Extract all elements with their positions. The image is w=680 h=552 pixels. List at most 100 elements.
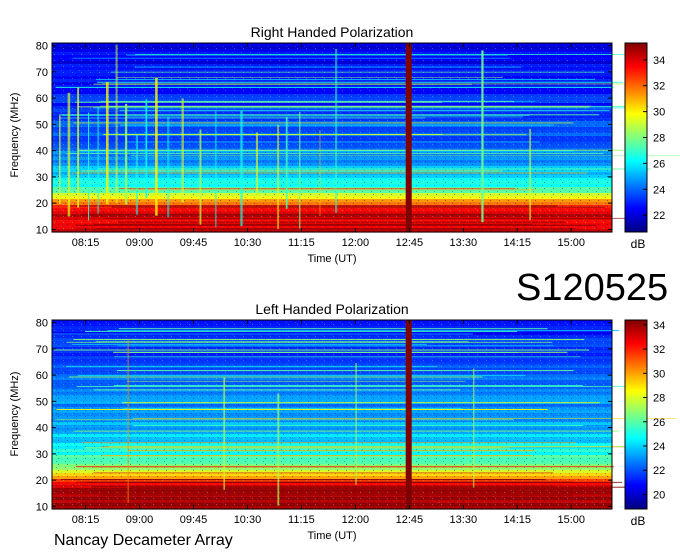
interference-line	[111, 206, 606, 208]
colorbar-tick-label: 24	[653, 441, 665, 453]
x-tick-label: 10:30	[234, 514, 262, 526]
interference-line	[76, 386, 629, 387]
x-tick-label: 15:00	[557, 237, 585, 249]
y-tick-label: 10	[36, 224, 48, 236]
interference-line	[119, 110, 610, 112]
interference-line	[84, 447, 501, 449]
x-tick-label: 12:00	[342, 514, 370, 526]
colorbar-tick-label: 32	[653, 81, 665, 93]
interference-line	[55, 419, 514, 421]
noise-texture	[52, 320, 612, 509]
y-axis-label: Frequency (MHz)	[9, 372, 21, 457]
interference-line	[108, 445, 631, 447]
interference-line	[81, 170, 503, 172]
interference-line	[71, 172, 588, 174]
interference-line	[101, 83, 631, 85]
interference-streak	[106, 82, 109, 205]
y-tick-label: 20	[36, 198, 48, 210]
interference-line	[116, 370, 574, 372]
interference-line	[76, 224, 597, 226]
interference-streak	[181, 98, 184, 203]
x-axis-label: Time (UT)	[307, 530, 356, 542]
interference-line	[93, 223, 534, 225]
interference-line	[126, 380, 466, 382]
interference-line	[116, 76, 503, 78]
panel-title: Left Handed Polarization	[255, 301, 408, 317]
observation-code: S120525	[516, 267, 668, 309]
interference-line	[85, 330, 517, 332]
interference-line	[119, 188, 516, 190]
interference-line	[126, 116, 523, 118]
interference-streak	[335, 48, 338, 213]
interference-streak	[255, 132, 258, 201]
interference-line	[61, 114, 530, 116]
interference-line	[78, 149, 624, 151]
interference-streak	[215, 111, 217, 227]
interference-streak	[355, 363, 357, 485]
x-tick-label: 09:45	[180, 514, 208, 526]
interference-line	[76, 481, 575, 483]
interference-line	[130, 155, 680, 157]
y-tick-label: 40	[36, 423, 48, 435]
x-tick-label: 11:15	[288, 514, 315, 526]
colorbar-tick-label: 34	[653, 320, 665, 332]
y-tick-label: 70	[36, 67, 48, 79]
interference-streak	[277, 393, 280, 506]
interference-line	[132, 425, 584, 426]
y-tick-label: 30	[36, 172, 48, 184]
spectrogram-figure: Right Handed Polarization 10 20 30 40 50 60 70…	[9, 24, 680, 549]
interference-line	[53, 349, 590, 351]
interference-line	[104, 217, 644, 219]
interference-line	[69, 205, 558, 207]
y-tick-label: 30	[36, 449, 48, 461]
instrument-name: Nancay Decameter Array	[54, 532, 233, 549]
interference-line	[126, 54, 508, 56]
interference-line	[77, 375, 526, 377]
interference-streak	[277, 124, 279, 229]
interference-streak	[223, 377, 225, 490]
interference-streak	[97, 106, 99, 214]
interference-line	[119, 134, 527, 136]
interference-line	[133, 418, 677, 419]
colorbar-tick-label: 28	[653, 393, 665, 405]
interference-line	[73, 430, 620, 432]
interference-line	[97, 81, 624, 83]
interference-streak	[77, 87, 79, 208]
colorbar-label: dB	[631, 514, 646, 528]
colorbar-tick-label: 30	[653, 368, 665, 380]
interference-line	[96, 228, 578, 230]
panel-title: Right Handed Polarization	[251, 24, 414, 40]
interference-line	[80, 501, 433, 503]
interference-line	[102, 455, 532, 456]
x-tick-label: 09:45	[180, 237, 208, 249]
interference-line	[113, 351, 568, 353]
x-axis-label: Time (UT)	[307, 253, 356, 265]
interference-streak	[155, 78, 158, 216]
left-polarization-panel: Left Handed Polarization 10 20 30 40 50 60 70 8…	[9, 301, 677, 542]
colorbar-tick-label: 22	[653, 210, 665, 222]
interference-line	[92, 466, 479, 468]
interference-streak	[59, 115, 61, 205]
data-gap-column	[405, 43, 412, 232]
x-tick-label: 13:30	[450, 514, 478, 526]
x-tick-label: 14:15	[504, 514, 532, 526]
interference-line	[126, 141, 540, 143]
colorbar-tick-label: 26	[653, 417, 665, 429]
colorbar-tick-label: 34	[653, 55, 665, 67]
interference-line	[66, 366, 438, 368]
interference-line	[73, 339, 585, 340]
interference-line	[114, 356, 581, 358]
data-gap-column	[405, 320, 412, 509]
interference-streak	[135, 134, 138, 215]
interference-line	[69, 376, 483, 378]
x-tick-label: 13:30	[450, 237, 478, 249]
interference-line	[96, 78, 595, 80]
y-tick-label: 80	[36, 318, 48, 330]
interference-streak	[88, 112, 90, 221]
y-axis-label: Frequency (MHz)	[9, 93, 21, 178]
interference-streak	[299, 112, 301, 229]
y-tick-label: 40	[36, 146, 48, 158]
interference-line	[73, 122, 574, 124]
interference-line	[100, 101, 514, 102]
interference-line	[100, 494, 573, 496]
